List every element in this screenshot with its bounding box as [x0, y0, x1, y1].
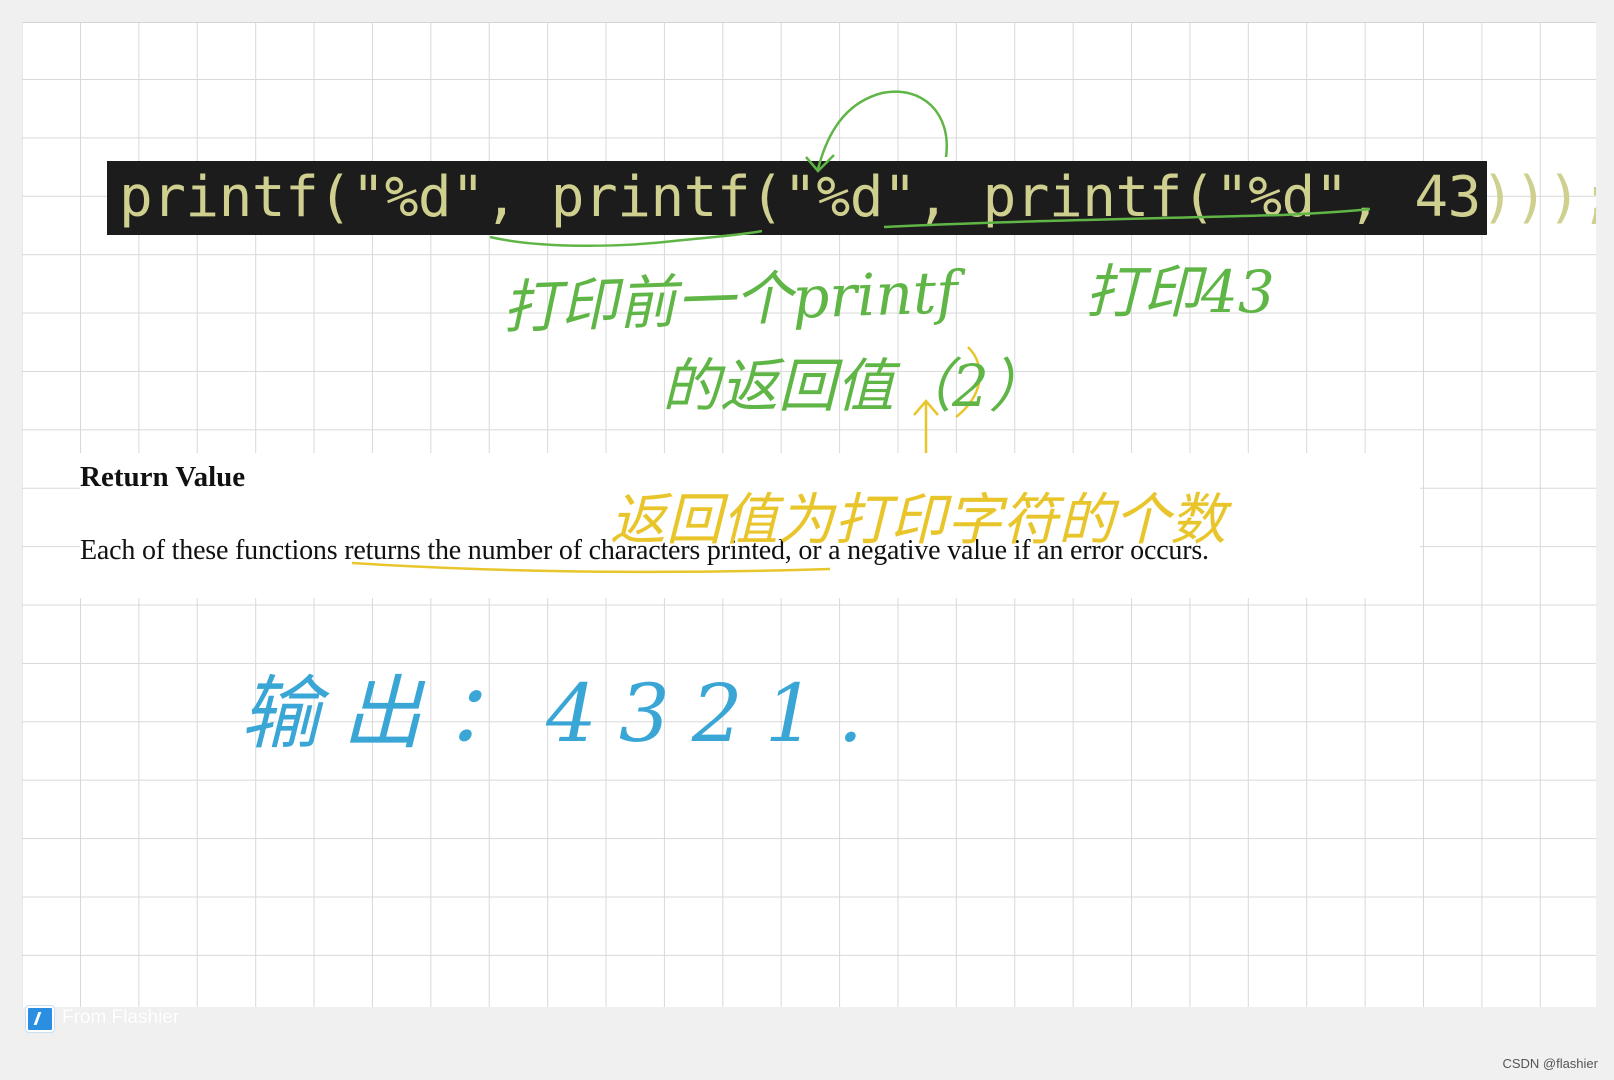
doc-heading: Return Value: [80, 461, 246, 493]
annotation-return-value: 的返回值（2）: [662, 352, 1047, 420]
code-snippet: printf("%d", printf("%d", printf("%d", 4…: [107, 161, 1596, 235]
flashier-logo-icon: [26, 1006, 54, 1032]
annotation-return-meaning: 返回值为打印字符的个数: [610, 488, 1226, 553]
footer-brand: From Flashier: [62, 1007, 180, 1028]
annotation-outer-printf: 打印前一个printf: [501, 258, 959, 342]
annotation-output: 输出：4321.: [240, 667, 886, 760]
curved-arrow: [816, 90, 949, 170]
watermark: CSDN @flashier: [1502, 1056, 1598, 1071]
note-canvas[interactable]: printf("%d", printf("%d", printf("%d", 4…: [22, 22, 1596, 1007]
annotation-inner-printf: 打印43: [1085, 258, 1275, 326]
